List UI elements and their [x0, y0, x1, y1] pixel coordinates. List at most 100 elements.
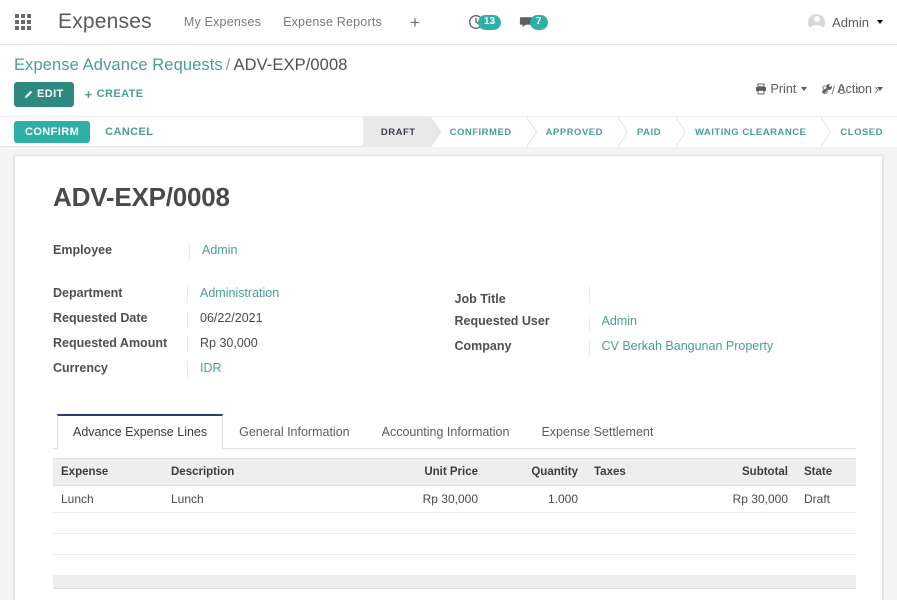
form-sheet: ADV-EXP/0008 Employee Admin Department A…	[14, 155, 883, 600]
table-row-empty	[53, 533, 856, 555]
column-header-description[interactable]: Description	[163, 458, 376, 486]
table-body: Lunch Lunch Rp 30,000 1.000 Rp 30,000 Dr…	[53, 485, 856, 589]
user-menu[interactable]: Admin	[808, 0, 883, 44]
cell-quantity[interactable]: 1.000	[486, 485, 586, 513]
tab-expense-settlement[interactable]: Expense Settlement	[525, 414, 669, 449]
print-dropdown[interactable]: Print	[755, 82, 808, 96]
field-label-requested-amount: Requested Amount	[53, 336, 168, 350]
tab-accounting-information[interactable]: Accounting Information	[366, 414, 526, 449]
cell-description[interactable]: Lunch	[163, 485, 376, 513]
apps-grid-icon	[15, 14, 31, 30]
breadcrumb-parent[interactable]: Expense Advance Requests	[14, 56, 223, 74]
print-dropdown-label: Print	[770, 82, 797, 96]
field-value-employee[interactable]: Admin	[189, 243, 856, 260]
systray: 13 7	[468, 14, 548, 30]
field-job-title: Job Title	[455, 286, 857, 306]
field-label-currency: Currency	[53, 361, 108, 375]
breadcrumb-current: ADV-EXP/0008	[233, 56, 348, 74]
messages-menu[interactable]: 7	[519, 14, 548, 30]
edit-button-label: EDIT	[37, 88, 64, 100]
tab-advance-expense-lines[interactable]: Advance Expense Lines	[57, 414, 224, 449]
cell-expense[interactable]: Lunch	[53, 485, 163, 513]
cell-unit-price[interactable]: Rp 30,000	[376, 485, 486, 513]
column-header-subtotal[interactable]: Subtotal	[691, 458, 796, 486]
user-avatar-icon	[808, 13, 826, 31]
field-value-requested-amount[interactable]: Rp 30,000	[187, 336, 455, 353]
field-value-company[interactable]: CV Berkah Bangunan Property	[588, 339, 857, 356]
field-value-requested-date[interactable]: 06/22/2021	[187, 311, 455, 328]
form-columns: Department Administration Requested Date…	[53, 286, 856, 386]
app-brand-title[interactable]: Expenses	[58, 10, 152, 34]
pager-next-button[interactable]: ›	[870, 82, 883, 97]
user-menu-label: Admin	[832, 14, 869, 30]
form-column-left: Department Administration Requested Date…	[53, 286, 455, 386]
field-department: Department Administration	[53, 286, 455, 303]
cell-empty	[53, 533, 856, 555]
expense-lines-table: Expense Description Unit Price Quantity …	[53, 458, 856, 589]
chevron-down-icon	[801, 87, 808, 91]
confirm-button[interactable]: CONFIRM	[14, 120, 91, 143]
activities-menu[interactable]: 13	[468, 14, 502, 30]
edit-button[interactable]: EDIT	[14, 82, 74, 107]
create-button-label: CREATE	[96, 88, 144, 100]
pager-counter: 8 / 8	[821, 83, 845, 97]
cell-empty	[53, 554, 856, 576]
apps-menu-button[interactable]	[0, 0, 46, 44]
field-label-company: Company	[454, 339, 512, 353]
column-header-unit-price[interactable]: Unit Price	[376, 458, 486, 486]
notebook-tabs: Advance Expense Lines General Informatio…	[53, 414, 856, 449]
field-label-requested-user: Requested User	[454, 314, 550, 328]
table-row[interactable]: Lunch Lunch Rp 30,000 1.000 Rp 30,000 Dr…	[53, 485, 856, 513]
printer-icon	[755, 83, 766, 95]
field-label-job-title: Job Title	[454, 292, 506, 306]
status-stage-confirmed[interactable]: CONFIRMED	[429, 117, 537, 147]
cancel-button[interactable]: CANCEL	[94, 121, 164, 143]
control-panel: Expense Advance Requests / ADV-EXP/0008 ED…	[0, 45, 897, 116]
create-button[interactable]: + CREATE	[74, 82, 154, 107]
cell-empty	[53, 512, 856, 534]
table-row-empty	[53, 554, 856, 576]
field-value-currency[interactable]: IDR	[187, 361, 455, 378]
column-header-taxes[interactable]: Taxes	[586, 458, 691, 486]
cell-subtotal[interactable]: Rp 30,000	[691, 485, 796, 513]
chevron-down-icon	[877, 20, 883, 24]
employee-field-group: Employee Admin	[53, 243, 856, 260]
table-header-row: Expense Description Unit Price Quantity …	[53, 458, 856, 486]
column-header-expense[interactable]: Expense	[53, 458, 163, 486]
field-requested-amount: Requested Amount Rp 30,000	[53, 336, 455, 353]
navbar-menu: My Expenses Expense Reports +	[184, 14, 420, 31]
breadcrumb: Expense Advance Requests / ADV-EXP/0008	[14, 45, 883, 82]
cell-taxes[interactable]	[586, 485, 691, 513]
breadcrumb-separator: /	[225, 56, 231, 74]
field-label-requested-date: Requested Date	[53, 311, 148, 325]
pager-previous-button[interactable]: ‹	[851, 82, 864, 97]
status-stage-closed[interactable]: CLOSED	[820, 117, 897, 147]
control-panel-dropdowns: Print Action 8 / 8 ‹ ›	[755, 82, 883, 97]
status-stage-draft[interactable]: DRAFT	[362, 117, 441, 147]
field-label-department: Department	[53, 286, 123, 300]
field-requested-user: Requested User Admin	[455, 314, 857, 331]
tab-general-information[interactable]: General Information	[223, 414, 365, 449]
field-value-department[interactable]: Administration	[187, 286, 455, 303]
nav-item-expense-reports[interactable]: Expense Reports	[283, 15, 382, 29]
cell-state[interactable]: Draft	[796, 485, 856, 513]
column-header-quantity[interactable]: Quantity	[486, 458, 586, 486]
column-header-state[interactable]: State	[796, 458, 856, 486]
statusbar-row: CONFIRM CANCEL DRAFT CONFIRMED APPROVED …	[0, 116, 897, 147]
table-header: Expense Description Unit Price Quantity …	[53, 458, 856, 486]
table-footer-row	[53, 575, 856, 589]
nav-item-my-expenses[interactable]: My Expenses	[184, 15, 261, 29]
status-stage-approved[interactable]: APPROVED	[525, 117, 629, 147]
field-value-requested-user[interactable]: Admin	[588, 314, 857, 331]
top-navbar: Expenses My Expenses Expense Reports + 1…	[0, 0, 897, 45]
field-value-job-title[interactable]	[588, 286, 857, 303]
pencil-icon	[24, 90, 33, 99]
plus-icon: +	[84, 87, 93, 102]
plus-icon[interactable]: +	[410, 14, 420, 31]
form-column-right: Job Title Requested User Admin Company C…	[455, 286, 857, 386]
workflow-buttons: CONFIRM CANCEL	[14, 120, 164, 143]
notebook: Advance Expense Lines General Informatio…	[53, 414, 856, 589]
field-company: Company CV Berkah Bangunan Property	[455, 339, 857, 356]
status-stage-waiting-clearance[interactable]: WAITING CLEARANCE	[674, 117, 832, 147]
activities-count-badge: 13	[477, 14, 502, 30]
